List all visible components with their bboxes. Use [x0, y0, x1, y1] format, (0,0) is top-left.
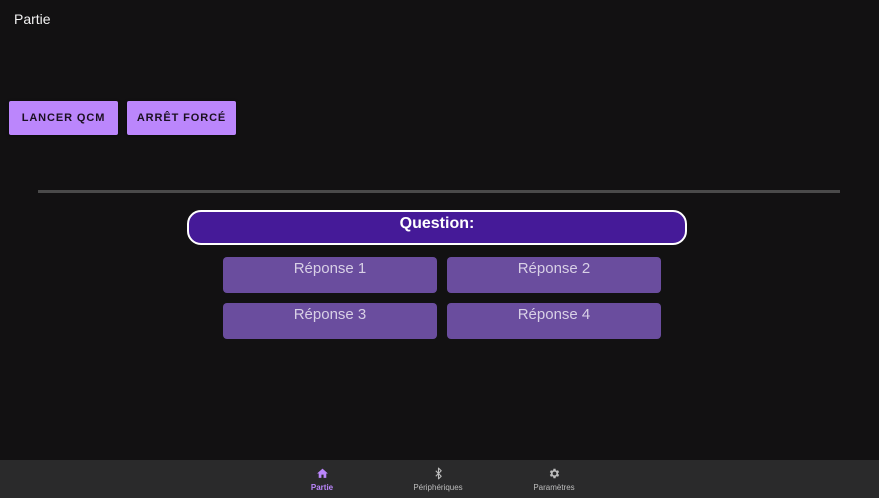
start-qcm-button[interactable]: LANCER QCM [9, 101, 118, 135]
nav-item-label: Périphériques [413, 482, 463, 492]
nav-item-partie[interactable]: Partie [267, 460, 377, 498]
bottom-navigation: Partie Périphériques Paramètres [0, 460, 879, 498]
answer-button-4[interactable]: Réponse 4 [447, 303, 661, 339]
answer-button-2[interactable]: Réponse 2 [447, 257, 661, 293]
home-icon [316, 468, 328, 478]
nav-item-label: Partie [310, 482, 334, 492]
nav-item-parametres[interactable]: Paramètres [499, 460, 609, 498]
bluetooth-icon [434, 467, 442, 479]
nav-item-peripheriques[interactable]: Périphériques [383, 460, 493, 498]
page-title: Partie [14, 11, 51, 27]
question-box: Question: [187, 210, 687, 245]
answer-button-3[interactable]: Réponse 3 [223, 303, 437, 339]
divider [38, 190, 840, 193]
nav-item-label: Paramètres [533, 482, 575, 492]
answer-button-1[interactable]: Réponse 1 [223, 257, 437, 293]
gear-icon [549, 468, 559, 478]
force-stop-button[interactable]: ARRÊT FORCÉ [127, 101, 236, 135]
